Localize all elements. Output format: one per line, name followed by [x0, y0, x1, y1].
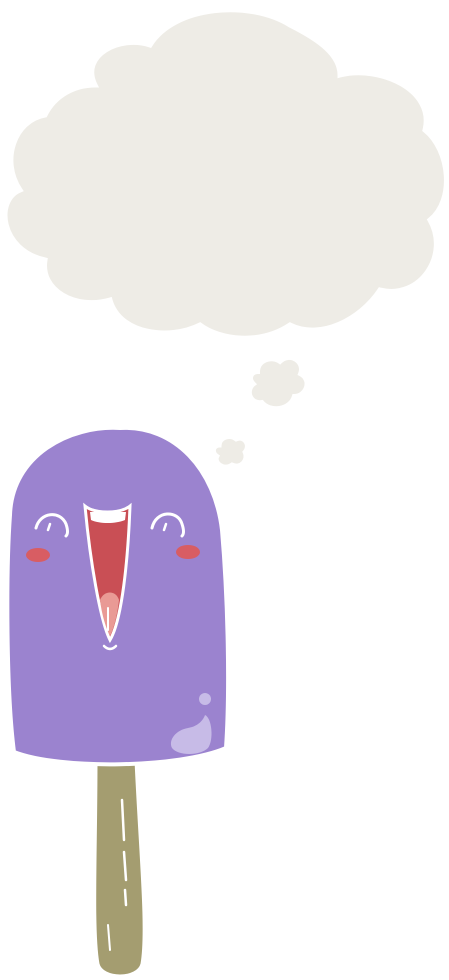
teeth	[90, 512, 126, 523]
thought-bubble-puff-small	[212, 436, 248, 468]
illustration-canvas	[2, 7, 449, 978]
thought-bubble-cloud	[2, 7, 449, 341]
right-cheek	[176, 545, 200, 559]
body-highlight-dot	[199, 693, 211, 705]
popsicle-stick	[93, 758, 146, 978]
thought-bubble-puff-large	[247, 355, 309, 411]
left-cheek	[26, 548, 50, 562]
